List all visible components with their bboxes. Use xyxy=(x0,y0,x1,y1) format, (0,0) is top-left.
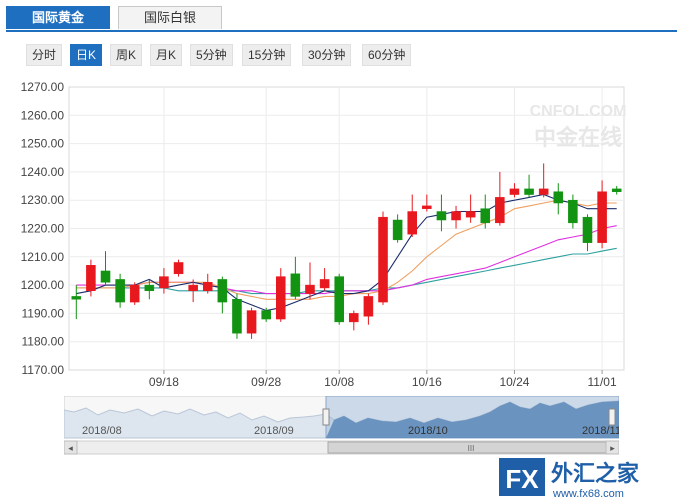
navigator-svg: 2018/08 2018/09 2018/10 2018/11 III ◂ ▸ xyxy=(63,395,621,455)
y-axis: 1270.00 1260.00 1250.00 1240.00 1230.00 1220.… xyxy=(21,80,65,377)
y-tick-label: 1270.00 xyxy=(21,80,65,94)
range-navigator[interactable]: 2018/08 2018/09 2018/10 2018/11 III ◂ ▸ xyxy=(63,395,621,456)
candle-body xyxy=(217,279,228,303)
candle-body xyxy=(159,276,169,289)
candle-down xyxy=(232,293,242,339)
candlestick-chart[interactable]: CNFOL.COM 中金在线 1270.00 1260.00 1250.00 1240… xyxy=(0,74,683,396)
candle-body xyxy=(261,310,271,320)
candle-body xyxy=(378,216,388,303)
scrollbar-grip: III xyxy=(468,444,475,453)
candle-body xyxy=(275,276,286,320)
navigator-label-nov: 2018/11 xyxy=(582,425,619,437)
watermark: CNFOL.COM 中金在线 xyxy=(530,103,627,151)
logo-url-text: www.fx68.com xyxy=(552,488,624,500)
market-tabs: 国际黄金 国际白银 xyxy=(6,4,677,32)
period-30min-button[interactable]: 30分钟 xyxy=(302,44,352,66)
x-tick-label: 09/18 xyxy=(149,375,179,389)
candle-body xyxy=(568,199,578,224)
candle-down xyxy=(334,273,344,325)
navigator-left-handle[interactable] xyxy=(322,408,330,426)
candle-body xyxy=(129,284,140,303)
candle-body xyxy=(246,310,257,334)
logo-cn-text: 外汇之家 xyxy=(551,461,640,487)
candle-body xyxy=(188,284,198,292)
period-monthly-k-button[interactable]: 月K xyxy=(150,44,183,66)
y-tick-label: 1250.00 xyxy=(21,137,65,151)
candle-body xyxy=(349,313,359,323)
candle-body xyxy=(509,188,520,195)
candle-body xyxy=(115,279,125,303)
tab-international-gold[interactable]: 国际黄金 xyxy=(6,6,110,29)
candle-body xyxy=(524,188,534,195)
candle-body xyxy=(597,191,607,243)
x-axis: 09/18 09/28 10/08 10/16 10/24 11/01 xyxy=(149,370,617,389)
candle-body xyxy=(71,296,82,300)
period-15min-button[interactable]: 15分钟 xyxy=(242,44,292,66)
candle-body xyxy=(334,276,344,323)
candle-body xyxy=(582,216,593,243)
y-tick-label: 1210.00 xyxy=(21,250,65,264)
period-weekly-k-button[interactable]: 周K xyxy=(110,44,143,66)
period-5min-button[interactable]: 5分钟 xyxy=(190,44,233,66)
navigator-label-oct: 2018/10 xyxy=(408,425,448,437)
candle-body xyxy=(451,211,461,221)
scroll-left-arrow-icon: ◂ xyxy=(68,444,73,454)
candle-up xyxy=(378,211,388,305)
candle-body xyxy=(407,211,418,235)
y-tick-label: 1240.00 xyxy=(21,165,65,179)
candle-body xyxy=(232,299,242,334)
candle-body xyxy=(495,197,505,224)
y-tick-label: 1170.00 xyxy=(22,363,65,377)
period-intraday-button[interactable]: 分时 xyxy=(26,44,63,66)
candle-up xyxy=(129,282,140,305)
candle-body xyxy=(392,219,403,241)
x-tick-label: 10/08 xyxy=(324,375,354,389)
y-tick-label: 1180.00 xyxy=(22,335,65,349)
candle-body xyxy=(319,279,330,289)
navigator-label-sep: 2018/09 xyxy=(254,425,294,437)
period-60min-button[interactable]: 60分钟 xyxy=(362,44,412,66)
y-tick-label: 1200.00 xyxy=(21,278,65,292)
watermark-cn: 中金在线 xyxy=(534,125,622,151)
candle-body xyxy=(202,282,213,292)
logo-fx-text: FX xyxy=(505,464,539,494)
candle-body xyxy=(436,211,447,221)
y-tick-label: 1230.00 xyxy=(21,193,65,207)
x-tick-label: 10/16 xyxy=(412,375,442,389)
candle-body xyxy=(173,262,184,275)
tab-international-silver[interactable]: 国际白银 xyxy=(118,6,222,29)
candle-body xyxy=(553,191,564,204)
x-tick-label: 11/01 xyxy=(588,375,617,389)
navigator-right-handle[interactable] xyxy=(608,408,616,426)
y-tick-label: 1190.00 xyxy=(22,306,65,320)
candle-body xyxy=(538,188,549,195)
period-daily-k-button[interactable]: 日K xyxy=(70,44,103,66)
y-tick-label: 1220.00 xyxy=(21,222,65,236)
y-tick-label: 1260.00 xyxy=(21,108,65,122)
candle-body xyxy=(422,205,432,209)
candle-body xyxy=(86,265,96,292)
candle-body xyxy=(611,188,622,192)
candle-body xyxy=(480,208,491,224)
fx68-logo: FX 外汇之家 www.fx68.com xyxy=(499,458,640,500)
candle-body xyxy=(144,284,155,292)
candle-body xyxy=(363,296,374,317)
navigator-label-aug: 2018/08 xyxy=(82,425,122,437)
candle-body xyxy=(290,273,301,297)
x-tick-label: 10/24 xyxy=(499,375,529,389)
candle-body xyxy=(100,270,111,283)
x-tick-label: 09/28 xyxy=(251,375,281,389)
candle-body xyxy=(305,284,315,294)
candle-body xyxy=(465,211,476,218)
candle-up xyxy=(86,259,96,297)
watermark-brand: CNFOL.COM xyxy=(530,103,627,120)
